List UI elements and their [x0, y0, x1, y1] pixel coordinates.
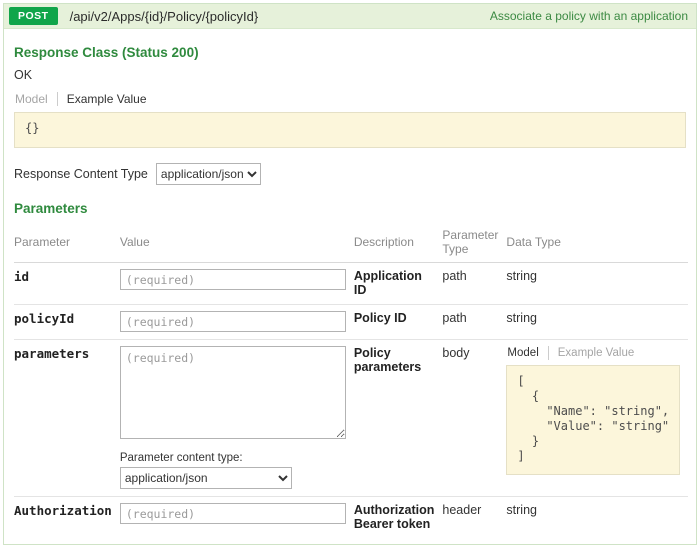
param-example-code: [ { "Name": "string", "Value": "string" …: [506, 365, 680, 475]
param-type: path: [442, 305, 506, 340]
operation-summary-link[interactable]: Associate a policy with an application: [490, 9, 688, 23]
param-description: Authorization Bearer token: [354, 497, 443, 539]
parameter-content-type-label: Parameter content type:: [120, 452, 346, 464]
response-class-heading: Response Class (Status 200): [14, 45, 686, 60]
param-row-parameters: parameters Parameter content type: appli…: [14, 340, 688, 497]
endpoint-path-link[interactable]: /api/v2/Apps/{id}/Policy/{policyId}: [70, 9, 259, 24]
param-row-Authorization: Authorization Authorization Bearer token…: [14, 497, 688, 539]
param-description: Policy ID: [354, 305, 443, 340]
param-value-textarea-parameters[interactable]: [120, 346, 346, 439]
parameters-table: Parameter Value Description Parameter Ty…: [14, 224, 688, 538]
param-type: header: [442, 497, 506, 539]
column-header-parameter-type: Parameter Type: [442, 224, 506, 263]
response-content-type-select[interactable]: application/json: [156, 163, 261, 185]
tab-model[interactable]: Model: [506, 346, 547, 360]
tab-model[interactable]: Model: [14, 92, 57, 106]
response-example-code: {}: [14, 112, 686, 148]
response-tabs: ModelExample Value: [14, 92, 686, 106]
param-description: Policy parameters: [354, 340, 443, 497]
param-data-type: string: [506, 305, 688, 340]
tab-example-value[interactable]: Example Value: [57, 92, 156, 106]
operation-panel: POST /api/v2/Apps/{id}/Policy/{policyId}…: [3, 3, 697, 545]
param-data-type: string: [506, 497, 688, 539]
param-value-input-id[interactable]: [120, 269, 346, 290]
param-value-input-policyId[interactable]: [120, 311, 346, 332]
http-method-badge: POST: [9, 7, 58, 25]
operation-content: Response Class (Status 200) OK ModelExam…: [4, 29, 696, 544]
param-name: id: [14, 263, 120, 305]
column-header-data-type: Data Type: [506, 224, 688, 263]
parameter-content-type-select[interactable]: application/json: [120, 467, 292, 489]
param-row-id: id Application ID path string: [14, 263, 688, 305]
param-value-input-Authorization[interactable]: [120, 503, 346, 524]
column-header-parameter: Parameter: [14, 224, 120, 263]
param-description: Application ID: [354, 263, 443, 305]
response-content-type-row: Response Content Type application/json: [14, 163, 686, 185]
column-header-value: Value: [120, 224, 354, 263]
column-header-description: Description: [354, 224, 443, 263]
param-name: parameters: [14, 340, 120, 497]
param-name: policyId: [14, 305, 120, 340]
operation-header[interactable]: POST /api/v2/Apps/{id}/Policy/{policyId}…: [4, 4, 696, 29]
param-model-box: ModelExample Value [ { "Name": "string",…: [506, 346, 680, 475]
param-model-tabs: ModelExample Value: [506, 346, 680, 360]
response-status-text: OK: [14, 68, 686, 82]
param-name: Authorization: [14, 497, 120, 539]
tab-example-value[interactable]: Example Value: [548, 346, 644, 360]
param-row-policyId: policyId Policy ID path string: [14, 305, 688, 340]
param-type: body: [442, 340, 506, 497]
table-header-row: Parameter Value Description Parameter Ty…: [14, 224, 688, 263]
parameters-heading: Parameters: [14, 201, 686, 216]
param-data-type: string: [506, 263, 688, 305]
param-type: path: [442, 263, 506, 305]
response-content-type-label: Response Content Type: [14, 167, 148, 181]
